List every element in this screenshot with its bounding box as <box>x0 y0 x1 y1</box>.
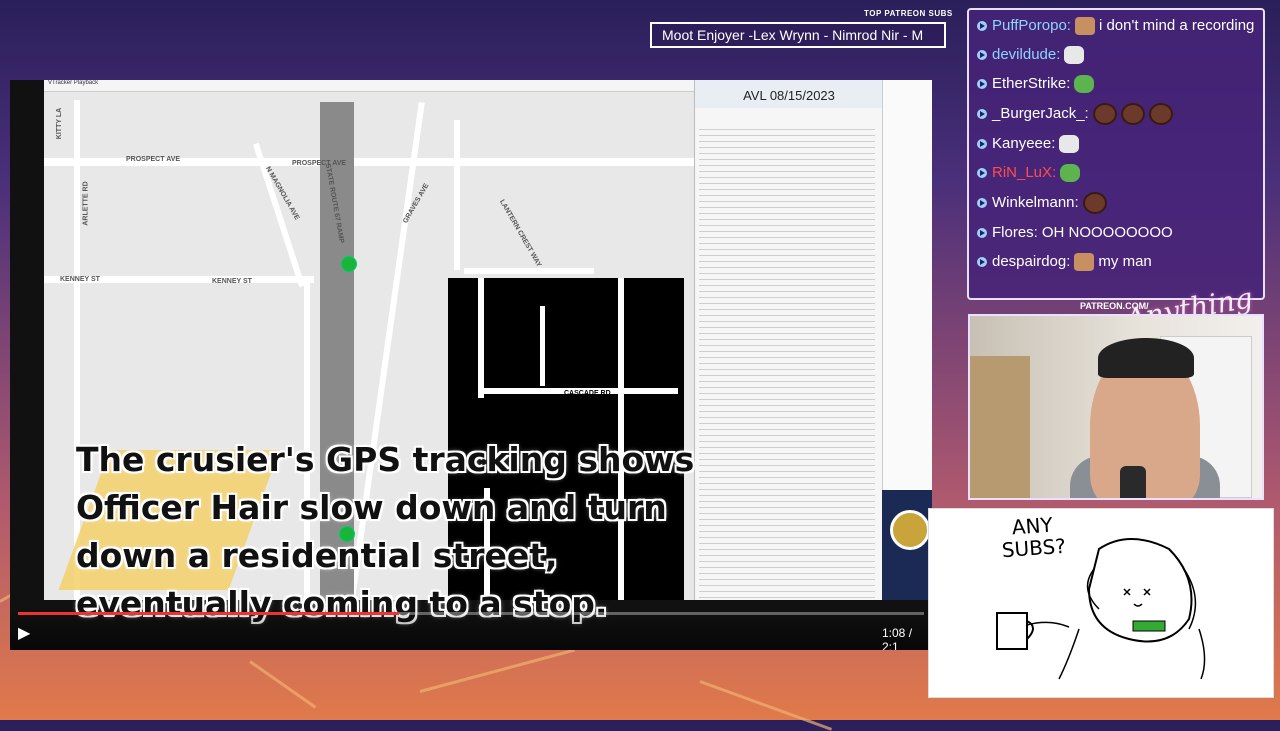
chat-message: Winkelmann: <box>977 192 1255 214</box>
drawing-panel: ANY SUBS? <box>928 508 1274 698</box>
street-label: PROSPECT AVE <box>126 156 181 163</box>
progress-bar[interactable] <box>18 612 924 615</box>
emote-icon <box>1120 103 1145 125</box>
chat-message: RiN_LuX: <box>977 163 1255 183</box>
chat-username[interactable]: PuffPoropo: <box>992 17 1071 34</box>
chat-message: PuffPoropo: i don't mind a recording <box>977 16 1255 36</box>
chat-username[interactable]: devildude: <box>992 46 1060 63</box>
side-panel <box>882 80 932 500</box>
chat-username[interactable]: Kanyeee: <box>992 135 1055 152</box>
patreon-subs-ticker: Moot Enjoyer -Lex Wrynn - Nimrod Nir - M <box>650 22 946 48</box>
chat-username[interactable]: Flores: <box>992 224 1038 241</box>
patreon-url: PATREON.COM/ <box>1080 301 1149 311</box>
street-label: CASCADE RD <box>564 390 611 397</box>
street-label: KITTY LA <box>56 107 64 140</box>
chat-username[interactable]: RiN_LuX: <box>992 164 1056 181</box>
chat-badge-icon <box>977 139 987 150</box>
drawing-text: ANY SUBS? <box>1000 513 1067 563</box>
chat-message: Flores: OH NOOOOOOOO <box>977 223 1255 243</box>
chat-badge-icon <box>977 257 987 268</box>
emote-icon <box>1059 135 1080 154</box>
chat-username[interactable]: _BurgerJack_: <box>992 105 1089 122</box>
emote-icon <box>1074 253 1095 272</box>
video-player[interactable]: VTracker Playback PROSPECT AVE PROSPECT … <box>10 80 932 650</box>
chat-message: despairdog: my man <box>977 252 1255 272</box>
video-controls: ▶ 1:08 / 2:1 <box>10 608 932 650</box>
chat-badge-icon <box>977 228 987 239</box>
video-caption: The crusier's GPS tracking shows Officer… <box>76 440 695 623</box>
street-label: ARLETTE RD <box>82 181 90 226</box>
emote-icon <box>1074 17 1095 36</box>
chat-message: devildude: <box>977 45 1255 65</box>
chat-badge-icon <box>977 79 987 90</box>
chat-username[interactable]: Winkelmann: <box>992 194 1079 211</box>
chat-message: _BurgerJack_: <box>977 103 1255 125</box>
emote-icon <box>1082 192 1107 214</box>
chat-badge-icon <box>977 50 987 61</box>
chat-username[interactable]: despairdog: <box>992 253 1070 270</box>
progress-fill <box>18 612 399 615</box>
emote-icon <box>1074 75 1095 94</box>
chat-text: i don't mind a recording <box>1098 17 1255 34</box>
emote-icon <box>1092 103 1117 125</box>
chat-text: OH NOOOOOOOO <box>1041 224 1173 241</box>
app-titlebar: VTracker Playback <box>44 80 694 92</box>
drawing-text-line: SUBS? <box>1001 533 1067 563</box>
patreon-subs-label: TOP PATREON SUBS <box>864 9 953 18</box>
time-display: 1:08 / 2:1 <box>882 626 913 650</box>
department-seal <box>882 490 932 600</box>
chat-badge-icon <box>977 21 987 32</box>
emote-icon <box>1064 46 1085 65</box>
avl-date: AVL 08/15/2023 <box>695 80 883 108</box>
chat-message: Kanyeee: <box>977 134 1255 154</box>
chat-badge-icon <box>977 109 987 119</box>
street-label: KENNEY ST <box>212 278 252 285</box>
chat-badge-icon <box>977 168 987 179</box>
chat-badge-icon <box>977 198 987 208</box>
chat-text: my man <box>1098 253 1152 270</box>
street-label: LANTERN CREST WAY <box>498 198 543 269</box>
gps-marker <box>341 256 357 272</box>
chat-message: EtherStrike: <box>977 74 1255 94</box>
street-label: PROSPECT AVE <box>292 160 347 167</box>
emote-icon <box>1148 103 1173 125</box>
emote-icon <box>1060 164 1081 183</box>
play-button[interactable]: ▶ <box>18 624 38 644</box>
chat-username[interactable]: EtherStrike: <box>992 75 1070 92</box>
cat-drawing <box>996 538 1206 680</box>
chat-panel: PuffPoropo: i don't mind a recording devil… <box>967 8 1265 300</box>
webcam-feed <box>968 314 1264 500</box>
street-label: KENNEY ST <box>60 276 100 283</box>
